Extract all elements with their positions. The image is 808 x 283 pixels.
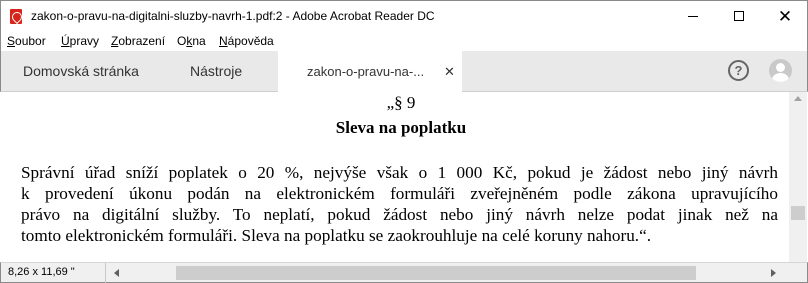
tab-home[interactable]: Domovská stránka [23, 51, 139, 91]
page-size-readout: 8,26 x 11,69 " [8, 266, 75, 278]
paragraph-line: Správní úřad sníží poplatek o 20 %, nejv… [21, 163, 778, 182]
paragraph-line: k provedení úkonu podán na elektronickém… [21, 184, 778, 203]
menu-okna[interactable]: Okna [177, 34, 206, 48]
close-window-button[interactable]: ✕ [762, 1, 808, 31]
minimize-icon [688, 15, 698, 17]
account-avatar-icon[interactable] [769, 59, 792, 82]
tab-document[interactable]: zakon-o-pravu-na-... ✕ [278, 51, 462, 92]
document-viewport[interactable]: „§ 9 Sleva na poplatku Správní úřad sníž… [1, 92, 789, 262]
title-bar: zakon-o-pravu-na-digitalni-sluzby-navrh-… [0, 0, 808, 31]
menu-bar: Soubor Úpravy Zobrazení Okna Nápověda [0, 31, 808, 51]
tab-document-label: zakon-o-pravu-na-... [307, 64, 425, 79]
tab-tools[interactable]: Nástroje [190, 51, 242, 91]
tab-bar: Domovská stránka Nástroje zakon-o-pravu-… [0, 51, 808, 92]
menu-upravy[interactable]: Úpravy [61, 34, 99, 48]
paragraph-line: tomto elektronickém formuláři. Sleva na … [21, 226, 652, 245]
maximize-button[interactable] [716, 1, 762, 31]
vertical-scroll-thumb[interactable] [791, 206, 805, 220]
paragraph-line: právo na digitální služby. To neplatí, p… [21, 205, 778, 224]
acrobat-pdf-icon [10, 9, 22, 24]
close-tab-icon[interactable]: ✕ [444, 64, 455, 80]
status-bar: 8,26 x 11,69 " [0, 262, 808, 283]
close-icon: ✕ [777, 6, 793, 26]
divider [105, 263, 106, 283]
menu-napoveda[interactable]: Nápověda [219, 34, 274, 48]
section-number: „§ 9 [386, 93, 416, 112]
menu-zobrazeni[interactable]: Zobrazení [111, 34, 165, 48]
horizontal-scroll-thumb[interactable] [176, 266, 696, 280]
menu-soubor[interactable]: Soubor [7, 34, 46, 48]
maximize-icon [734, 11, 744, 21]
minimize-button[interactable] [670, 1, 716, 31]
help-icon[interactable]: ? [728, 60, 749, 81]
scroll-right-icon[interactable] [771, 269, 776, 277]
scroll-up-icon[interactable] [794, 96, 802, 101]
scroll-left-icon[interactable] [114, 269, 119, 277]
section-title: Sleva na poplatku [335, 118, 467, 137]
paragraph: Správní úřad sníží poplatek o 20 %, nejv… [21, 162, 778, 246]
vertical-scrollbar[interactable] [789, 92, 807, 262]
window-title: zakon-o-pravu-na-digitalni-sluzby-navrh-… [31, 9, 435, 23]
